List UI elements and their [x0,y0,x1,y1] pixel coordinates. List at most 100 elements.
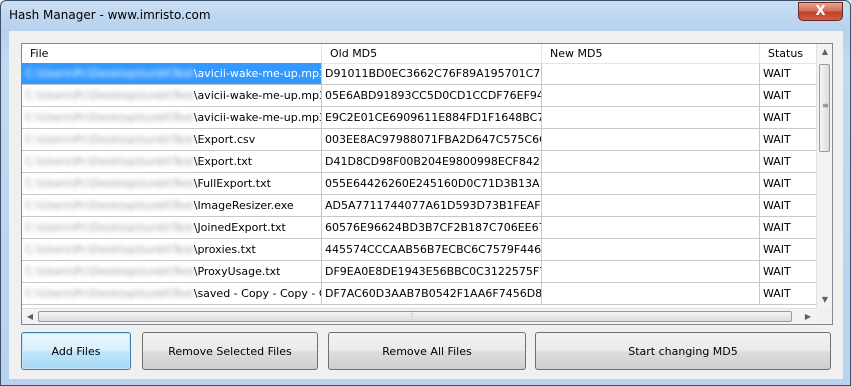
file-name: \proxies.txt [193,243,256,256]
old-md5-cell[interactable]: 445574CCCAAB56B7ECBC6C7579F446DF [322,239,542,260]
old-md5-cell[interactable]: 60576E96624BD3B7CF2B187C706EE673 [322,217,542,238]
app-window: Hash Manager - www.imristo.com X File Ol… [0,0,851,386]
old-md5-cell[interactable]: DF7AC60D3AAB7B0542F1AA6F7456D88E [322,283,542,304]
add-files-button[interactable]: Add Files [21,332,131,370]
blurred-path-prefix: C:\Users\Pc\Desktop\tunbl\Test [25,155,194,168]
old-md5-cell[interactable]: E9C2E01CE6909611E884FD1F1648BC79 [322,107,542,128]
file-cell[interactable]: C:\Users\Pc\Desktop\tunbl\Test\JoinedExp… [22,217,322,238]
start-changing-md5-button[interactable]: Start changing MD5 [535,332,831,370]
file-name: \ImageResizer.exe [193,199,294,212]
new-md5-cell[interactable] [542,173,760,194]
table-row[interactable]: C:\Users\Pc\Desktop\tunbl\Test\ProxyUsag… [22,261,816,283]
remove-all-files-button[interactable]: Remove All Files [328,332,526,370]
file-table[interactable]: File Old MD5 New MD5 Status C:\Users\Pc\… [21,43,833,325]
status-cell[interactable]: WAIT [760,173,820,194]
table-row[interactable]: C:\Users\Pc\Desktop\tunbl\Test\proxies.t… [22,239,816,261]
table-row[interactable]: C:\Users\Pc\Desktop\tunbl\Test\JoinedExp… [22,217,816,239]
blurred-path-prefix: C:\Users\Pc\Desktop\tunbl\Test [25,67,194,80]
new-md5-cell[interactable] [542,239,760,260]
table-row[interactable]: C:\Users\Pc\Desktop\tunbl\Test\FullExpor… [22,173,816,195]
file-name: \Export.csv [193,133,256,146]
table-row[interactable]: C:\Users\Pc\Desktop\tunbl\Test\Export.tx… [22,151,816,173]
file-name: \FullExport.txt [193,177,271,190]
grip-icon: ≡ [822,101,829,110]
file-cell[interactable]: C:\Users\Pc\Desktop\tunbl\Test\avicii-wa… [22,107,322,128]
table-row[interactable]: C:\Users\Pc\Desktop\tunbl\Test\ImageResi… [22,195,816,217]
blurred-path-prefix: C:\Users\Pc\Desktop\tunbl\Test [25,177,194,190]
close-icon: X [815,4,826,19]
old-md5-cell[interactable]: 05E6ABD91893CC5D0CD1CCDF76EF948D [322,85,542,106]
new-md5-cell[interactable] [542,217,760,238]
table-row[interactable]: C:\Users\Pc\Desktop\tunbl\Test\saved - C… [22,283,816,305]
blurred-path-prefix: C:\Users\Pc\Desktop\tunbl\Test [25,287,194,300]
file-cell[interactable]: C:\Users\Pc\Desktop\tunbl\Test\proxies.t… [22,239,322,260]
file-cell[interactable]: C:\Users\Pc\Desktop\tunbl\Test\avicii-wa… [22,63,322,84]
table-row[interactable]: C:\Users\Pc\Desktop\tunbl\Test\avicii-wa… [22,63,816,85]
horizontal-scrollbar[interactable]: ◀ ⦙ ▶ [22,308,816,324]
old-md5-cell[interactable]: 003EE8AC97988071FBA2D647C575C6CF [322,129,542,150]
new-md5-cell[interactable] [542,195,760,216]
blurred-path-prefix: C:\Users\Pc\Desktop\tunbl\Test [25,111,194,124]
client-area: File Old MD5 New MD5 Status C:\Users\Pc\… [9,31,843,379]
file-cell[interactable]: C:\Users\Pc\Desktop\tunbl\Test\ImageResi… [22,195,322,216]
blurred-path-prefix: C:\Users\Pc\Desktop\tunbl\Test [25,89,194,102]
new-md5-cell[interactable] [542,85,760,106]
file-name: \Export.txt [193,155,253,168]
old-md5-cell[interactable]: DF9EA0E8DE1943E56BBC0C3122575F78 [322,261,542,282]
table-row[interactable]: C:\Users\Pc\Desktop\tunbl\Test\avicii-wa… [22,107,816,129]
scroll-right-arrow-icon[interactable]: ▶ [800,309,816,324]
column-header-file[interactable]: File [22,44,322,63]
old-md5-cell[interactable]: D91011BD0EC3662C76F89A195701C7E1 [322,63,542,84]
status-cell[interactable]: WAIT [760,217,820,238]
new-md5-cell[interactable] [542,63,760,84]
blurred-path-prefix: C:\Users\Pc\Desktop\tunbl\Test [25,133,194,146]
scroll-up-arrow-icon[interactable]: ▲ [817,44,832,60]
scroll-down-arrow-icon[interactable]: ▼ [817,292,832,308]
scrollbar-corner [816,308,832,324]
window-title: Hash Manager - www.imristo.com [9,8,211,22]
file-cell[interactable]: C:\Users\Pc\Desktop\tunbl\Test\saved - C… [22,283,322,304]
file-cell[interactable]: C:\Users\Pc\Desktop\tunbl\Test\avicii-wa… [22,85,322,106]
file-name: \avicii-wake-me-up.mp3.m... [193,111,321,124]
table-header: File Old MD5 New MD5 Status [22,44,816,64]
status-cell[interactable]: WAIT [760,129,820,150]
new-md5-cell[interactable] [542,151,760,172]
status-cell[interactable]: WAIT [760,239,820,260]
file-name: \saved - Copy - Copy - Co... [193,287,321,300]
vertical-scroll-thumb[interactable]: ≡ [819,64,830,152]
file-cell[interactable]: C:\Users\Pc\Desktop\tunbl\Test\FullExpor… [22,173,322,194]
vertical-scrollbar[interactable]: ▲ ≡ ▼ [816,44,832,308]
status-cell[interactable]: WAIT [760,85,820,106]
file-name: \ProxyUsage.txt [193,265,281,278]
column-header-new-md5[interactable]: New MD5 [542,44,760,63]
table-row[interactable]: C:\Users\Pc\Desktop\tunbl\Test\avicii-wa… [22,85,816,107]
column-header-old-md5[interactable]: Old MD5 [322,44,542,63]
file-cell[interactable]: C:\Users\Pc\Desktop\tunbl\Test\ProxyUsag… [22,261,322,282]
status-cell[interactable]: WAIT [760,261,820,282]
old-md5-cell[interactable]: D41D8CD98F00B204E9800998ECF8427E [322,151,542,172]
file-cell[interactable]: C:\Users\Pc\Desktop\tunbl\Test\Export.cs… [22,129,322,150]
new-md5-cell[interactable] [542,283,760,304]
remove-selected-files-button[interactable]: Remove Selected Files [142,332,318,370]
table-row[interactable]: C:\Users\Pc\Desktop\tunbl\Test\Export.cs… [22,129,816,151]
status-cell[interactable]: WAIT [760,195,820,216]
column-header-status[interactable]: Status [760,44,820,63]
horizontal-scroll-thumb[interactable]: ⦙ [38,310,792,322]
status-cell[interactable]: WAIT [760,63,820,84]
blurred-path-prefix: C:\Users\Pc\Desktop\tunbl\Test [25,243,194,256]
table-body: C:\Users\Pc\Desktop\tunbl\Test\avicii-wa… [22,63,816,305]
scroll-left-arrow-icon[interactable]: ◀ [22,309,38,324]
old-md5-cell[interactable]: 055E64426260E245160D0C71D3B13A1B [322,173,542,194]
blurred-path-prefix: C:\Users\Pc\Desktop\tunbl\Test [25,221,194,234]
new-md5-cell[interactable] [542,261,760,282]
file-name: \JoinedExport.txt [193,221,286,234]
file-cell[interactable]: C:\Users\Pc\Desktop\tunbl\Test\Export.tx… [22,151,322,172]
file-name: \avicii-wake-me-up.mp3 - ... [193,67,322,80]
close-button[interactable]: X [798,2,843,21]
new-md5-cell[interactable] [542,107,760,128]
old-md5-cell[interactable]: AD5A7711744077A61D593D73B1FEAF97 [322,195,542,216]
status-cell[interactable]: WAIT [760,107,820,128]
new-md5-cell[interactable] [542,129,760,150]
status-cell[interactable]: WAIT [760,151,820,172]
status-cell[interactable]: WAIT [760,283,820,304]
